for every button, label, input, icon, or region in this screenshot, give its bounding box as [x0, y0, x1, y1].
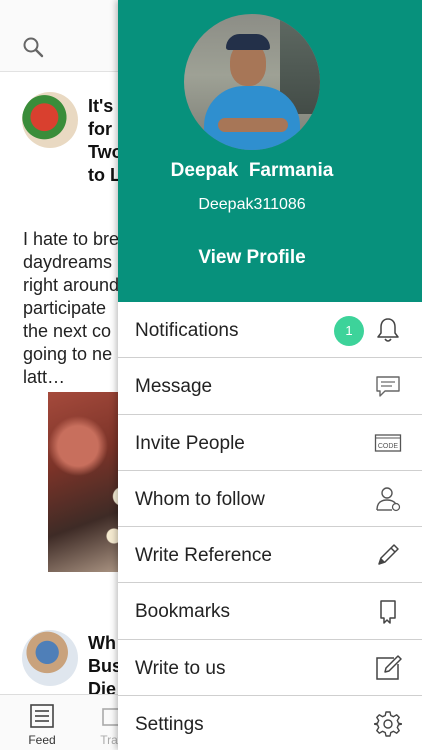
gear-icon: [374, 711, 402, 737]
menu-item-label: Notifications: [135, 320, 239, 341]
edit-icon: [376, 655, 402, 680]
drawer-menu: Notifications 1 Message Invite People CO…: [118, 302, 422, 750]
menu-item-label: Write Reference: [135, 545, 272, 567]
menu-item-settings[interactable]: Settings: [118, 696, 422, 750]
pencil-icon: [378, 544, 399, 565]
menu-item-label: Invite People: [135, 432, 245, 454]
post-avatar[interactable]: [22, 630, 78, 686]
menu-item-message[interactable]: Message: [118, 358, 422, 415]
menu-item-notifications[interactable]: Notifications 1: [118, 302, 422, 359]
menu-item-label: Bookmarks: [135, 601, 231, 623]
menu-item-label: Message: [135, 376, 213, 398]
navigation-drawer: Deepak Farmania Deepak311086 View Profil…: [118, 0, 422, 750]
bell-icon: [377, 318, 399, 342]
avatar[interactable]: [184, 14, 320, 150]
profile-username: Deepak311086: [198, 196, 306, 213]
bookmark-icon: [380, 600, 396, 625]
menu-item-label: Settings: [135, 714, 204, 736]
search-icon[interactable]: [22, 36, 44, 58]
menu-item-bookmarks[interactable]: Bookmarks: [118, 583, 422, 640]
feed-icon: [30, 704, 54, 728]
code-icon-text: CODE: [378, 443, 399, 450]
post-avatar[interactable]: [22, 92, 78, 148]
view-profile-link[interactable]: View Profile: [118, 247, 386, 269]
menu-item-invite-people[interactable]: Invite People CODE: [118, 415, 422, 471]
menu-item-whom-to-follow[interactable]: Whom to follow: [118, 471, 422, 528]
code-icon: CODE: [374, 433, 402, 452]
message-icon: [376, 376, 400, 397]
menu-item-label: Whom to follow: [135, 488, 265, 510]
tab-feed[interactable]: Feed: [12, 699, 72, 747]
profile-header: Deepak Farmania Deepak311086 View Profil…: [118, 0, 422, 302]
follow-user-icon: [376, 487, 401, 511]
menu-item-write-to-us[interactable]: Write to us: [118, 640, 422, 697]
menu-item-write-reference[interactable]: Write Reference: [118, 527, 422, 584]
profile-name: Deepak Farmania: [170, 160, 334, 181]
notification-count-badge: 1: [334, 316, 364, 346]
tab-feed-label: Feed: [28, 733, 56, 747]
menu-item-label: Write to us: [135, 657, 226, 679]
post-title[interactable]: Wh Bus Die: [88, 632, 122, 701]
